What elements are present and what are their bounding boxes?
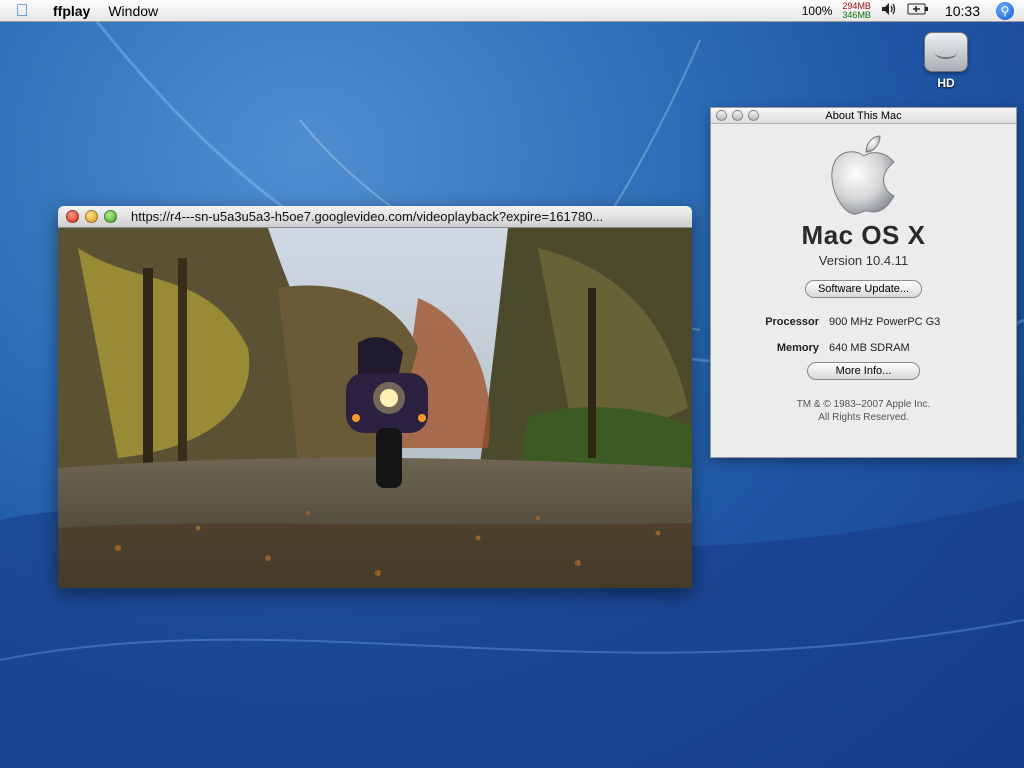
window-menu[interactable]: Window [99, 3, 167, 19]
copyright-line-2: All Rights Reserved. [818, 412, 909, 423]
hard-drive-label: HD [937, 76, 955, 90]
video-window-title: https://r4---sn-u5a3u5a3-h5oe7.googlevid… [131, 209, 604, 224]
copyright-notice: TM & © 1983–2007 Apple Inc. All Rights R… [711, 398, 1016, 424]
memory-label: Memory [776, 342, 819, 354]
os-name: Mac OS X [801, 220, 926, 250]
hard-drive-icon[interactable] [924, 32, 968, 72]
processor-label: Processor [765, 316, 819, 328]
os-version: Version 10.4.11 [818, 253, 909, 268]
battery-icon[interactable] [907, 3, 929, 18]
menubar-clock[interactable]: 10:33 [939, 3, 986, 19]
about-window-title: About This Mac [825, 109, 902, 122]
zoom-button[interactable] [104, 210, 117, 223]
close-button[interactable] [66, 210, 79, 223]
about-body: Mac OS X Version 10.4.11 Software Update… [711, 134, 1016, 424]
zoom-status: 100% [801, 3, 833, 18]
apple-menu-icon[interactable]:  [0, 1, 44, 21]
more-info-button[interactable]: More Info... [806, 362, 921, 380]
processor-value: 900 MHz PowerPC G3 [829, 316, 941, 328]
copyright-line-1: TM & © 1983–2007 Apple Inc. [796, 399, 931, 410]
about-this-mac-window[interactable]: About This Mac Mac OS X Version 10.4.11 … [710, 107, 1017, 458]
software-update-button[interactable]: Software Update... [804, 280, 923, 298]
memory-value: 640 MB SDRAM [829, 342, 910, 354]
app-menu[interactable]: ffplay [44, 3, 99, 19]
video-frame[interactable] [58, 228, 692, 588]
memory-monitor: 294MB 346MB [842, 1, 871, 20]
apple-logo-icon [824, 134, 904, 218]
minimize-button[interactable] [85, 210, 98, 223]
memory-row: Memory 640 MB SDRAM [711, 342, 1016, 354]
processor-row: Processor 900 MHz PowerPC G3 [711, 316, 1016, 328]
hard-drive-desktop-icon[interactable]: HD [916, 32, 976, 90]
volume-icon[interactable] [881, 2, 897, 19]
menu-bar:  ffplay Window 100% 294MB 346MB 10:33 ⚲ [0, 0, 1024, 22]
about-window-titlebar[interactable]: About This Mac [711, 108, 1016, 124]
video-player-window[interactable]: https://r4---sn-u5a3u5a3-h5oe7.googlevid… [58, 206, 692, 588]
spotlight-icon[interactable]: ⚲ [996, 1, 1014, 20]
video-window-titlebar[interactable]: https://r4---sn-u5a3u5a3-h5oe7.googlevid… [58, 206, 692, 228]
memory-free: 346MB [842, 9, 871, 20]
